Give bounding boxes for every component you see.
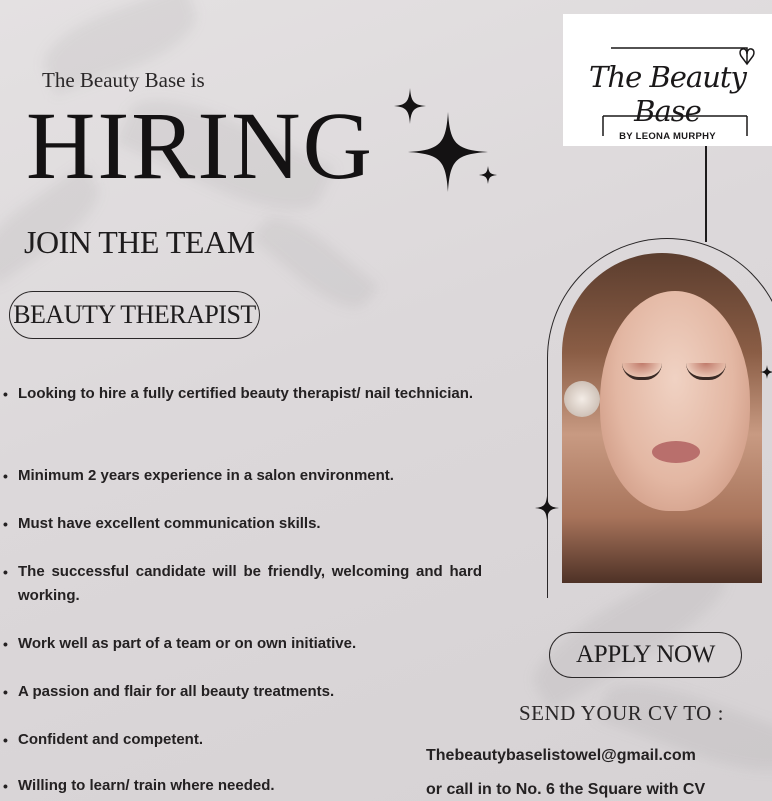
intro-text: The Beauty Base is — [42, 68, 205, 92]
list-item: Willing to learn/ train where needed. — [0, 774, 482, 798]
connector-line — [705, 146, 707, 242]
sparkle-stars-icon — [394, 88, 497, 192]
portrait-eye — [622, 363, 662, 380]
leaf-shadow — [596, 667, 772, 788]
logo-script-text: The Beauty Base — [589, 60, 747, 128]
list-item: Minimum 2 years experience in a salon en… — [0, 464, 482, 488]
portrait-face — [600, 291, 750, 511]
portrait-lips — [652, 441, 700, 463]
makeup-brush — [564, 381, 600, 417]
list-item: A passion and flair for all beauty treat… — [0, 680, 482, 704]
send-cv-heading: SEND YOUR CV TO : — [519, 701, 724, 725]
apply-now-badge: APPLY NOW — [549, 632, 742, 678]
list-item: Work well as part of a team or on own in… — [0, 632, 482, 656]
hiring-poster: The Beauty Base is HIRING JOIN THE TEAM … — [0, 0, 772, 801]
list-item: Must have excellent communication skills… — [0, 512, 482, 536]
list-item: The successful candidate will be friendl… — [0, 560, 482, 608]
role-badge: BEAUTY THERAPIST — [9, 291, 260, 339]
logo-tagline: BY LEONA MURPHY — [619, 131, 716, 142]
list-item: Looking to hire a fully certified beauty… — [0, 382, 482, 406]
list-item: Confident and competent. — [0, 728, 482, 752]
contact-address: or call in to No. 6 the Square with CV — [426, 781, 706, 798]
join-the-team-heading: JOIN THE TEAM — [24, 224, 255, 260]
leaf-shadow — [250, 203, 380, 322]
four-point-star-icon — [535, 496, 559, 520]
brand-logo: The Beauty Base BY LEONA MURPHY — [563, 14, 772, 146]
model-portrait — [562, 253, 762, 583]
four-point-star-icon — [760, 365, 772, 379]
contact-email: Thebeautybaselistowel@gmail.com — [426, 747, 696, 764]
portrait-eye — [686, 363, 726, 380]
hiring-headline: HIRING — [26, 92, 374, 199]
